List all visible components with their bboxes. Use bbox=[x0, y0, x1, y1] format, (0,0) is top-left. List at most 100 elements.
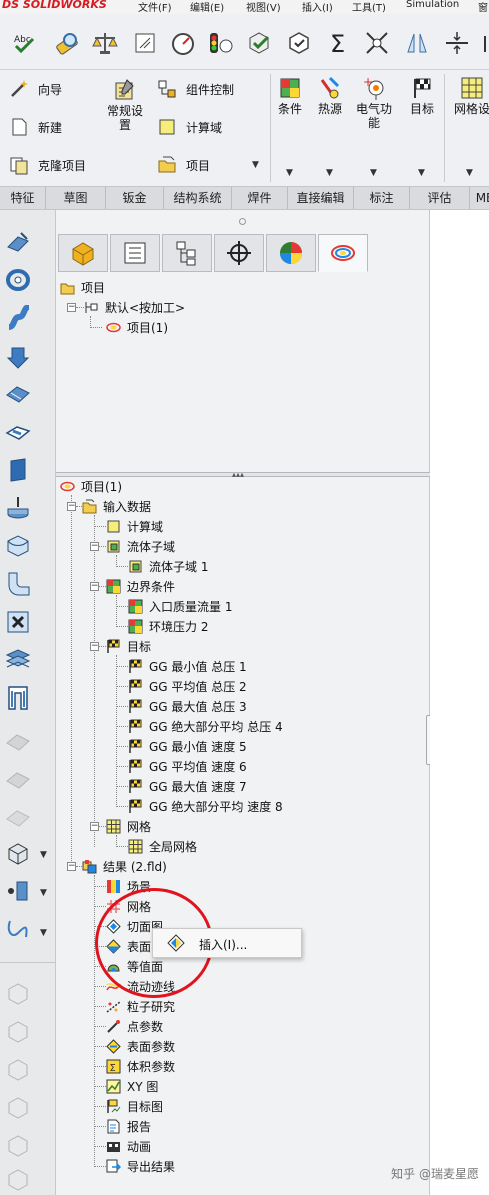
menu-window[interactable]: 窗 bbox=[478, 0, 488, 14]
swept-boss-icon[interactable] bbox=[4, 304, 32, 332]
tree-node-goal[interactable]: GG 最大值 速度 7 bbox=[128, 777, 247, 795]
tree-node-global-mesh[interactable]: 全局网格 bbox=[128, 837, 197, 855]
intersect-icon[interactable] bbox=[4, 764, 32, 792]
tree-node-volume-parameters[interactable]: Σ 体积参数 bbox=[106, 1057, 175, 1075]
view-cube-icon[interactable] bbox=[4, 1018, 32, 1046]
heat-source-button[interactable]: 热源 bbox=[314, 76, 346, 116]
view-cube-icon[interactable] bbox=[4, 1132, 32, 1160]
tree-node-mesh[interactable]: 网格 bbox=[106, 817, 151, 835]
component-control-button[interactable]: 组件控制 bbox=[156, 78, 234, 100]
extruded-boss-icon[interactable] bbox=[4, 228, 32, 256]
tree-node-export-results[interactable]: 导出结果 bbox=[106, 1157, 175, 1175]
tab-structure-system[interactable]: 结构系统 bbox=[164, 187, 232, 209]
graphics-area[interactable] bbox=[430, 210, 489, 1195]
split-line-icon[interactable] bbox=[442, 28, 472, 58]
tree-node-goal[interactable]: GG 平均值 总压 2 bbox=[128, 677, 247, 695]
tree-node-project-1-root[interactable]: 项目(1) bbox=[60, 477, 122, 495]
menu-insert[interactable]: 插入(I) bbox=[302, 0, 333, 14]
project-button[interactable]: 项目 bbox=[156, 154, 210, 176]
menu-simulation[interactable]: Simulation bbox=[406, 0, 459, 10]
context-menu-item-insert[interactable]: 插入(I)... bbox=[153, 929, 301, 957]
tree-node-goal[interactable]: GG 最小值 速度 5 bbox=[128, 737, 247, 755]
tree-node-xy-plots[interactable]: XY 图 bbox=[106, 1077, 158, 1095]
panel-splitter-handle[interactable] bbox=[239, 218, 246, 225]
project-dropdown-arrow[interactable]: ▼ bbox=[252, 160, 259, 170]
chamfer-icon[interactable] bbox=[4, 570, 32, 598]
collapse-toggle[interactable]: − bbox=[90, 582, 99, 591]
curves-dropdown-arrow[interactable]: ▼ bbox=[40, 888, 47, 898]
tab-markup[interactable]: 标注 bbox=[354, 187, 410, 209]
mesh-settings-button[interactable]: 网格设 bbox=[450, 76, 489, 116]
view-cube-icon[interactable] bbox=[4, 980, 32, 1008]
tab-weldments[interactable]: 焊件 bbox=[232, 187, 288, 209]
property-manager-tab[interactable] bbox=[110, 234, 160, 272]
tree-node-inlet-mass-flow[interactable]: 入口质量流量 1 bbox=[128, 597, 232, 615]
tree-node-goal[interactable]: GG 最小值 总压 1 bbox=[128, 657, 247, 675]
conditions-button[interactable]: 条件 bbox=[274, 76, 306, 116]
clone-project-button[interactable]: 克隆项目 bbox=[8, 154, 86, 176]
menu-view[interactable]: 视图(V) bbox=[246, 0, 281, 14]
tree-node-goal[interactable]: GG 绝大部分平均 总压 4 bbox=[128, 717, 283, 735]
tab-sheet-metal[interactable]: 钣金 bbox=[106, 187, 164, 209]
boundary-boss-icon[interactable] bbox=[4, 380, 32, 408]
collapse-toggle[interactable]: − bbox=[67, 862, 76, 871]
check-model-icon[interactable] bbox=[244, 28, 274, 58]
tree-node-fluid-subdomain-1[interactable]: 流体子域 1 bbox=[128, 557, 208, 575]
view-cube-icon[interactable] bbox=[4, 1094, 32, 1122]
new-button[interactable]: 新建 bbox=[8, 116, 62, 138]
electrical-dropdown-arrow[interactable]: ▼ bbox=[370, 168, 377, 178]
dimxpert-icon[interactable] bbox=[362, 28, 392, 58]
lofted-boss-icon[interactable] bbox=[4, 344, 32, 372]
hole-wizard-icon[interactable] bbox=[4, 494, 32, 522]
collapse-toggle[interactable]: − bbox=[90, 822, 99, 831]
fillet-icon[interactable] bbox=[4, 532, 32, 560]
revolved-boss-icon[interactable] bbox=[4, 266, 32, 294]
collapse-toggle[interactable]: − bbox=[90, 542, 99, 551]
spell-check-icon[interactable]: Abc bbox=[10, 28, 40, 58]
tab-evaluate[interactable]: 评估 bbox=[410, 187, 470, 209]
tree-node-animations[interactable]: 动画 bbox=[106, 1137, 151, 1155]
tree-node-boundary-conditions[interactable]: 边界条件 bbox=[106, 577, 175, 595]
dimxpert-manager-tab[interactable] bbox=[214, 234, 264, 272]
tree-node-report[interactable]: 报告 bbox=[106, 1117, 151, 1135]
wrap-icon[interactable] bbox=[4, 726, 32, 754]
tree-node-fluid-subdomains[interactable]: 流体子域 bbox=[106, 537, 175, 555]
tree-node-results[interactable]: 结果 (2.fld) bbox=[82, 857, 167, 875]
conditions-dropdown-arrow[interactable]: ▼ bbox=[286, 168, 293, 178]
instant3d-dropdown-arrow[interactable]: ▼ bbox=[40, 928, 47, 938]
sensor-icon[interactable] bbox=[206, 28, 236, 58]
tab-sketch[interactable]: 草图 bbox=[46, 187, 106, 209]
tree-node-goal[interactable]: GG 平均值 速度 6 bbox=[128, 757, 247, 775]
gauge-icon[interactable] bbox=[168, 28, 198, 58]
tree-node-point-parameters[interactable]: 点参数 bbox=[106, 1017, 163, 1035]
goals-button[interactable]: 目标 bbox=[406, 76, 438, 116]
equations-sum-icon[interactable]: Σ bbox=[324, 28, 354, 58]
collapse-toggle[interactable]: − bbox=[67, 502, 76, 511]
menu-file[interactable]: 文件(F) bbox=[138, 0, 172, 14]
tree-node-goal[interactable]: GG 绝大部分平均 速度 8 bbox=[128, 797, 283, 815]
tab-direct-editing[interactable]: 直接编辑 bbox=[288, 187, 354, 209]
menu-edit[interactable]: 编辑(E) bbox=[190, 0, 224, 14]
mesh-dropdown-arrow[interactable]: ▼ bbox=[466, 168, 473, 178]
tree-node-surface-parameters[interactable]: 表面参数 bbox=[106, 1037, 175, 1055]
tree-node-input-data[interactable]: 输入数据 bbox=[82, 497, 151, 515]
reference-geometry-icon[interactable] bbox=[4, 840, 32, 868]
tree-node-project-1[interactable]: 项目(1) bbox=[106, 318, 168, 336]
draft-icon[interactable] bbox=[4, 684, 32, 712]
tree-node-computational-domain[interactable]: 计算域 bbox=[106, 517, 163, 535]
measure-icon[interactable] bbox=[52, 28, 82, 58]
tree-node-particle-study[interactable]: 粒子研究 bbox=[106, 997, 175, 1015]
tab-features[interactable]: 特征 bbox=[0, 187, 46, 209]
dome-icon[interactable] bbox=[4, 802, 32, 830]
menu-tools[interactable]: 工具(T) bbox=[352, 0, 386, 14]
configuration-manager-tab[interactable] bbox=[162, 234, 212, 272]
revolved-cut-icon[interactable] bbox=[4, 456, 32, 484]
collapse-toggle[interactable]: − bbox=[90, 642, 99, 651]
tab-mbd[interactable]: MB bbox=[470, 187, 489, 209]
heat-source-dropdown-arrow[interactable]: ▼ bbox=[326, 168, 333, 178]
feature-manager-tab[interactable] bbox=[58, 234, 108, 272]
tree-node-goals[interactable]: 目标 bbox=[106, 637, 151, 655]
more-icon[interactable] bbox=[474, 28, 489, 58]
extruded-cut-icon[interactable] bbox=[4, 418, 32, 446]
instant3d-icon[interactable] bbox=[4, 916, 32, 944]
